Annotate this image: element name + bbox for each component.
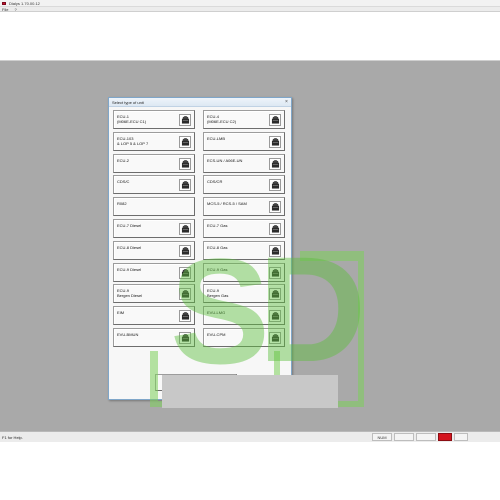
box-icon (179, 244, 191, 257)
select-unit-dialog: Select type of unit × ECU-1 (M06E-ECU C1… (108, 97, 292, 400)
box-icon (269, 135, 281, 148)
app-logo-icon (2, 1, 6, 5)
unit-button[interactable]: ECU-2 (113, 153, 195, 173)
unit-button-label: ECU-9 Bergen Gas (207, 288, 229, 299)
unit-button[interactable]: ECU-LMB (203, 131, 285, 151)
box-icon (179, 157, 191, 170)
box-icon (179, 114, 191, 126)
unit-button[interactable]: ECU-9 Diesel (113, 262, 195, 282)
box-icon (179, 223, 191, 235)
status-cell-num: NUM (372, 433, 392, 441)
unit-button[interactable]: CDS/C (113, 175, 195, 195)
status-alert-indicator (438, 433, 452, 441)
unit-button[interactable]: ECU-8 Diesel (113, 240, 195, 260)
unit-button[interactable]: ECU-103 & LOP 5 & LOP 7 (113, 131, 195, 151)
unit-button-label: EIM (117, 310, 125, 316)
unit-button[interactable]: ECU-4 (M06E-ECU C2) (203, 110, 285, 129)
unit-button[interactable]: ECU-7 Gas (203, 219, 285, 238)
box-icon (179, 310, 191, 323)
box-icon (269, 157, 281, 170)
unit-button[interactable]: EVU-BMUN (113, 328, 195, 347)
menu-help[interactable]: ? (14, 7, 16, 12)
unit-button[interactable]: CDS/CR (203, 175, 285, 195)
status-cell (454, 433, 468, 441)
status-cell (394, 433, 414, 441)
unit-button-label: ECU-1 (M06E-ECU C1) (117, 114, 147, 124)
unit-button-label: ECS-UN / A06E-UN (207, 157, 243, 163)
box-icon (179, 266, 191, 279)
box-icon (269, 201, 281, 214)
box-icon (269, 288, 281, 301)
box-icon (269, 266, 281, 279)
window-title: Dialys 1.70.00.12 (9, 0, 40, 6)
unit-button-label: CDS/C (117, 179, 130, 185)
unit-button-label: ECU-7 Diesel (117, 223, 142, 228)
unit-button[interactable]: EIM (113, 306, 195, 326)
unit-button-label: EVU-LMG (207, 310, 226, 316)
box-icon (179, 288, 191, 301)
unit-button[interactable]: ECU-9 Gas (203, 262, 285, 282)
unit-button-label: R082 (117, 201, 127, 207)
box-icon (269, 332, 281, 344)
box-icon (179, 179, 191, 192)
box-icon (269, 310, 281, 323)
unit-button-label: ECU-9 Gas (207, 266, 228, 272)
window-titlebar: Dialys 1.70.00.12 (0, 0, 500, 7)
overlay-box (162, 375, 338, 408)
unit-button-label: ECU-4 (M06E-ECU C2) (207, 114, 237, 124)
unit-button[interactable]: ECU-1 (M06E-ECU C1) (113, 110, 195, 129)
status-cell (416, 433, 436, 441)
menu-file[interactable]: File (2, 7, 8, 12)
close-icon[interactable]: × (284, 100, 289, 105)
unit-button-label: ECU-8 Gas (207, 244, 228, 250)
unit-button-label: ECU-8 Diesel (117, 244, 142, 250)
unit-button[interactable]: R082 (113, 197, 195, 217)
unit-button-label: ECU-9 Bergen Diesel (117, 288, 143, 299)
box-icon (179, 135, 191, 148)
box-icon (269, 223, 281, 235)
box-icon (179, 332, 191, 344)
unit-button-label: ECU-2 (117, 157, 130, 163)
box-icon (269, 179, 281, 192)
unit-button[interactable]: ECU-9 Bergen Diesel (113, 284, 195, 304)
unit-button[interactable]: ECU-7 Diesel (113, 219, 195, 238)
dialog-title: Select type of unit (109, 98, 291, 107)
unit-button-label: ECU-7 Gas (207, 223, 228, 228)
unit-button-label: ECU-9 Diesel (117, 266, 142, 272)
box-icon (269, 114, 281, 126)
box-icon (269, 244, 281, 257)
status-text: F1 for Help. (2, 434, 23, 440)
unit-button[interactable]: ECU-9 Bergen Gas (203, 284, 285, 304)
unit-button[interactable]: MCS-5 / RCS-5 / SAM (203, 197, 285, 217)
unit-button[interactable]: EVU-LMG (203, 306, 285, 326)
unit-button-label: EVU-CPM (207, 332, 226, 337)
unit-button[interactable]: EVU-CPM (203, 328, 285, 347)
menubar: File ? (0, 7, 500, 12)
unit-button[interactable]: ECS-UN / A06E-UN (203, 153, 285, 173)
unit-button-label: CDS/CR (207, 179, 223, 185)
unit-button-label: ECU-103 & LOP 5 & LOP 7 (117, 135, 149, 146)
app-workspace: Select type of unit × ECU-1 (M06E-ECU C1… (0, 60, 500, 442)
statusbar: F1 for Help. NUM (0, 431, 500, 442)
unit-button-label: EVU-BMUN (117, 332, 139, 337)
unit-button[interactable]: ECU-8 Gas (203, 240, 285, 260)
unit-button-label: ECU-LMB (207, 135, 226, 141)
unit-button-label: MCS-5 / RCS-5 / SAM (207, 201, 247, 207)
